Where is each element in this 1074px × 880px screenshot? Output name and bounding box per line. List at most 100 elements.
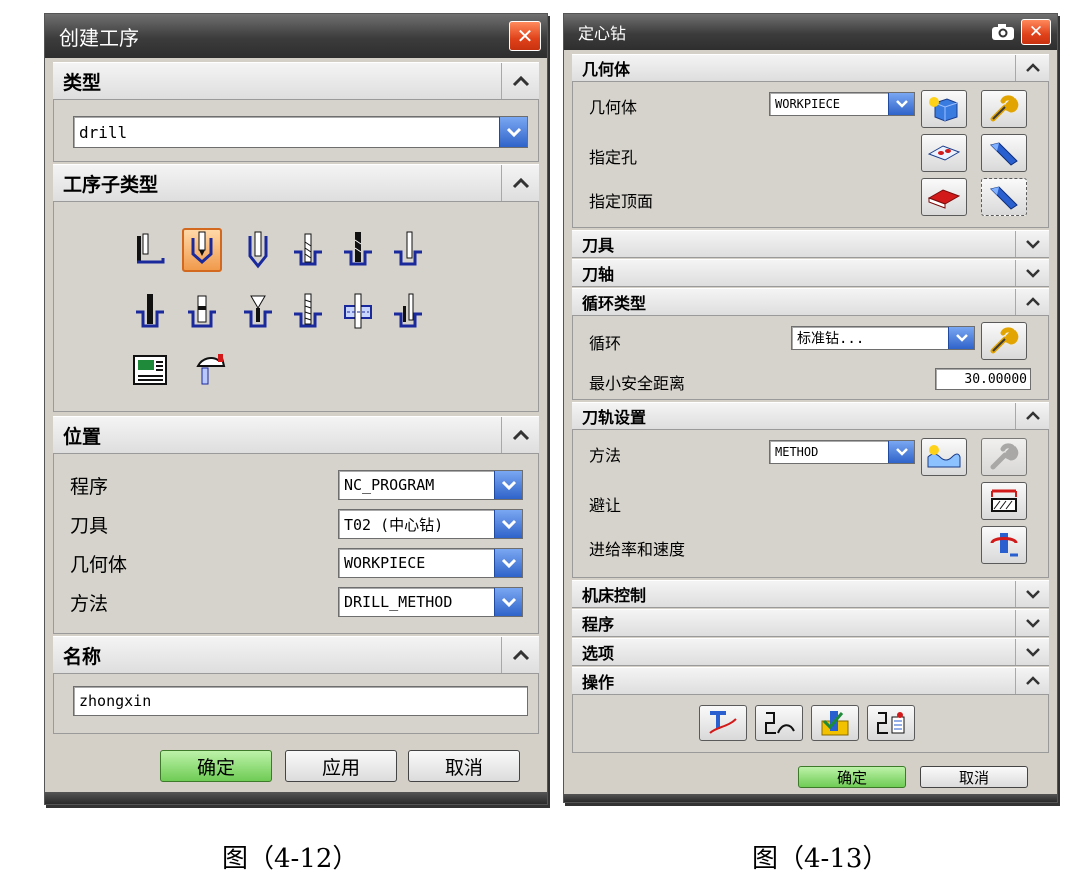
breakchip-drilling-icon[interactable] (338, 228, 378, 272)
geometry-label: 几何体 (70, 554, 128, 576)
name-input[interactable]: zhongxin (73, 686, 528, 716)
new-method-icon[interactable] (921, 438, 967, 476)
tool-axis-section-header[interactable]: 刀轴 (572, 259, 1049, 287)
geometry-dropdown[interactable]: WORKPIECE (769, 92, 915, 116)
title-bar[interactable]: 创建工序 ✕ (45, 14, 547, 58)
cycle-section-body: 循环 标准钻... 最小安全距离 30.00000 (572, 316, 1049, 400)
path-settings-section-body: 方法 METHOD 避让 进给率和速度 (572, 430, 1049, 578)
chevron-up-icon[interactable] (501, 63, 539, 99)
chevron-down-icon[interactable] (494, 549, 522, 577)
program-section-title: 程序 (582, 615, 615, 634)
tool-section-header[interactable]: 刀具 (572, 230, 1049, 258)
close-button[interactable]: ✕ (1021, 19, 1051, 45)
ok-button[interactable]: 确定 (160, 750, 272, 782)
chevron-down-icon[interactable] (888, 93, 914, 115)
edit-cycle-icon[interactable] (981, 322, 1027, 360)
chevron-up-icon[interactable] (1015, 668, 1049, 694)
chevron-down-icon[interactable] (494, 510, 522, 538)
machine-control-section-header[interactable]: 机床控制 (572, 580, 1049, 608)
display-top-icon[interactable] (981, 178, 1027, 216)
program-section-header[interactable]: 程序 (572, 609, 1049, 637)
close-button[interactable]: ✕ (509, 21, 541, 51)
cycle-section-header[interactable]: 循环类型 (572, 288, 1049, 316)
chevron-down-icon[interactable] (1015, 610, 1049, 636)
boring-icon[interactable] (388, 228, 428, 272)
feeds-speeds-label: 进给率和速度 (589, 540, 686, 559)
location-section-title: 位置 (63, 425, 102, 448)
apply-button[interactable]: 应用 (285, 750, 397, 782)
options-section-header[interactable]: 选项 (572, 638, 1049, 666)
program-dropdown[interactable]: NC_PROGRAM (338, 470, 523, 500)
cancel-button[interactable]: 取消 (920, 766, 1028, 788)
path-settings-section-header[interactable]: 刀轨设置 (572, 402, 1049, 430)
method-dropdown[interactable]: DRILL_METHOD (338, 587, 523, 617)
list-icon[interactable] (867, 705, 915, 741)
edit-method-icon[interactable] (981, 438, 1027, 476)
geometry-label: 几何体 (589, 98, 638, 117)
name-section-header[interactable]: 名称 (53, 636, 539, 674)
thread-milling-icon[interactable] (388, 290, 428, 334)
chevron-down-icon[interactable] (1015, 639, 1049, 665)
chevron-down-icon[interactable] (499, 117, 527, 147)
chevron-down-icon[interactable] (888, 441, 914, 463)
geometry-dropdown[interactable]: WORKPIECE (338, 548, 523, 578)
chevron-up-icon[interactable] (501, 165, 539, 201)
feeds-speeds-icon[interactable] (981, 526, 1027, 564)
peck-drilling-icon[interactable] (288, 228, 328, 272)
avoidance-icon[interactable] (981, 482, 1027, 520)
countersinking-icon[interactable] (238, 290, 278, 334)
chevron-up-icon[interactable] (1015, 403, 1049, 429)
title-bar[interactable]: 定心钻 ✕ (564, 14, 1057, 50)
chevron-down-icon[interactable] (1015, 260, 1049, 286)
type-section-header[interactable]: 类型 (53, 62, 539, 100)
verify-icon[interactable] (811, 705, 859, 741)
hole-milling-icon[interactable] (338, 290, 378, 334)
cancel-button[interactable]: 取消 (408, 750, 520, 782)
new-geometry-icon[interactable] (921, 90, 967, 128)
chevron-up-icon[interactable] (1015, 55, 1049, 81)
tapping-icon[interactable] (288, 290, 328, 334)
chevron-down-icon[interactable] (1015, 231, 1049, 257)
min-clearance-label: 最小安全距离 (589, 374, 686, 393)
specify-holes-icon[interactable] (921, 134, 967, 172)
path-settings-section-title: 刀轨设置 (582, 408, 647, 427)
drilling-icon[interactable] (238, 228, 278, 272)
camera-icon[interactable] (989, 20, 1017, 44)
generate-icon[interactable] (699, 705, 747, 741)
counterboring-icon[interactable] (182, 290, 222, 334)
specify-top-label: 指定顶面 (589, 192, 654, 211)
chevron-down-icon[interactable] (494, 588, 522, 616)
cycle-dropdown[interactable]: 标准钻... (791, 326, 975, 350)
ok-button[interactable]: 确定 (798, 766, 906, 788)
replay-icon[interactable] (755, 705, 803, 741)
chevron-down-icon[interactable] (494, 471, 522, 499)
chevron-down-icon[interactable] (1015, 581, 1049, 607)
type-dropdown[interactable]: drill (73, 116, 528, 148)
edit-geometry-icon[interactable] (981, 90, 1027, 128)
tool-dropdown[interactable]: T02 (中心钻) (338, 509, 523, 539)
avoidance-label: 避让 (589, 496, 622, 515)
user-defined-icon[interactable] (190, 348, 230, 392)
chevron-up-icon[interactable] (501, 417, 539, 453)
location-section-header[interactable]: 位置 (53, 416, 539, 454)
chevron-up-icon[interactable] (1015, 289, 1049, 315)
subtype-section-header[interactable]: 工序子类型 (53, 164, 539, 202)
spot-drilling-dialog: 定心钻 ✕ 几何体 几何体 WORKPIECE 指定孔 指定顶面 刀具 刀轴 循… (563, 13, 1058, 803)
geometry-section-header[interactable]: 几何体 (572, 54, 1049, 82)
spot-facing-icon[interactable] (130, 228, 170, 272)
tool-value: T02 (中心钻) (344, 515, 444, 534)
actions-section-header[interactable]: 操作 (572, 667, 1049, 695)
machine-control-section-title: 机床控制 (582, 586, 647, 605)
reaming-icon[interactable] (130, 290, 170, 334)
machine-control-icon[interactable] (130, 348, 170, 392)
chevron-down-icon[interactable] (948, 327, 974, 349)
spot-drilling-icon[interactable] (182, 228, 222, 272)
method-dropdown[interactable]: METHOD (769, 440, 915, 464)
display-holes-icon[interactable] (981, 134, 1027, 172)
geometry-section-title: 几何体 (582, 60, 631, 79)
cycle-value: 标准钻... (797, 331, 865, 347)
min-clearance-input[interactable]: 30.00000 (935, 368, 1031, 390)
specify-top-icon[interactable] (921, 178, 967, 216)
actions-section-body (572, 695, 1049, 753)
chevron-up-icon[interactable] (501, 637, 539, 673)
